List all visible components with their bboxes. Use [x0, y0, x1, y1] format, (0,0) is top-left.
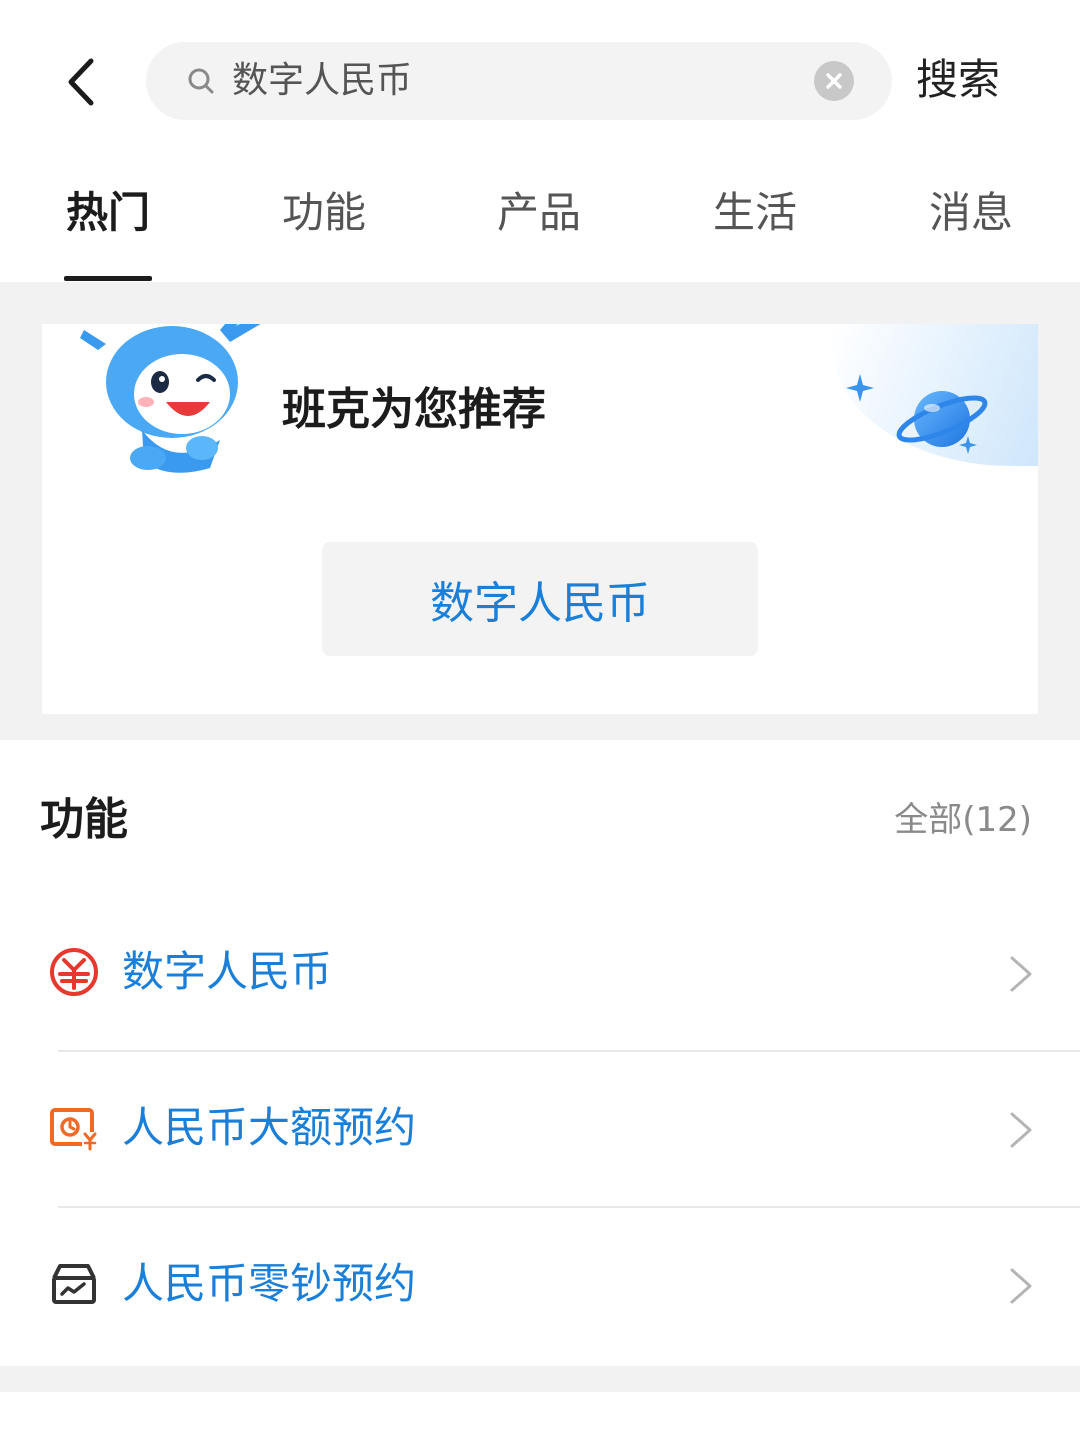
- recommend-title: 班克为您推荐: [282, 384, 546, 435]
- mascot-image: [80, 324, 261, 473]
- active-tab-indicator: [64, 276, 152, 281]
- search-input[interactable]: [232, 42, 792, 120]
- item-label: 数字人民币: [122, 947, 333, 996]
- recommend-card: 班克为您推荐 数字人民币: [42, 324, 1038, 714]
- item-label: 人民币零钞预约: [122, 1259, 417, 1308]
- search-header: 搜索: [0, 0, 1080, 160]
- small-change-appointment-icon: [52, 1264, 96, 1304]
- search-icon: [188, 68, 214, 94]
- tab-messages[interactable]: 消息: [929, 186, 1013, 240]
- view-all-link[interactable]: 全部(12): [894, 798, 1032, 842]
- list-item[interactable]: 人民币零钞预约: [0, 1208, 1080, 1364]
- large-cash-appointment-icon: [50, 1108, 98, 1151]
- tab-hot[interactable]: 热门: [66, 186, 150, 240]
- category-tabs: 热门 功能 产品 生活 消息: [0, 160, 1080, 282]
- back-button[interactable]: [50, 50, 110, 114]
- tab-products[interactable]: 产品: [497, 186, 581, 240]
- list-item[interactable]: 人民币大额预约: [0, 1052, 1080, 1208]
- item-label: 人民币大额预约: [122, 1103, 417, 1152]
- close-icon: [826, 73, 842, 89]
- chevron-right-icon: [1010, 1112, 1032, 1148]
- chevron-left-icon: [68, 58, 94, 106]
- recommend-section: 班克为您推荐 数字人民币: [0, 282, 1080, 740]
- chevron-right-icon: [1010, 1268, 1032, 1304]
- tab-life[interactable]: 生活: [713, 186, 797, 240]
- clear-search-button[interactable]: [814, 61, 854, 101]
- list-item[interactable]: 数字人民币: [0, 896, 1080, 1052]
- digital-rmb-icon: [50, 948, 98, 996]
- function-list: 数字人民币 人民币大额预约 人民币零钞预约: [0, 896, 1080, 1364]
- section-title: 功能: [40, 794, 128, 845]
- chevron-right-icon: [1010, 956, 1032, 992]
- planet-icon: [846, 374, 988, 454]
- search-button[interactable]: 搜索: [916, 52, 1000, 108]
- search-box[interactable]: [146, 42, 892, 120]
- recommend-chip[interactable]: 数字人民币: [322, 542, 758, 656]
- tab-functions[interactable]: 功能: [282, 186, 366, 240]
- functions-section: 功能 全部(12) 数字人民币 人民币大额预约 人民币零钞预约: [0, 740, 1080, 1366]
- bottom-spacer: [0, 1366, 1080, 1392]
